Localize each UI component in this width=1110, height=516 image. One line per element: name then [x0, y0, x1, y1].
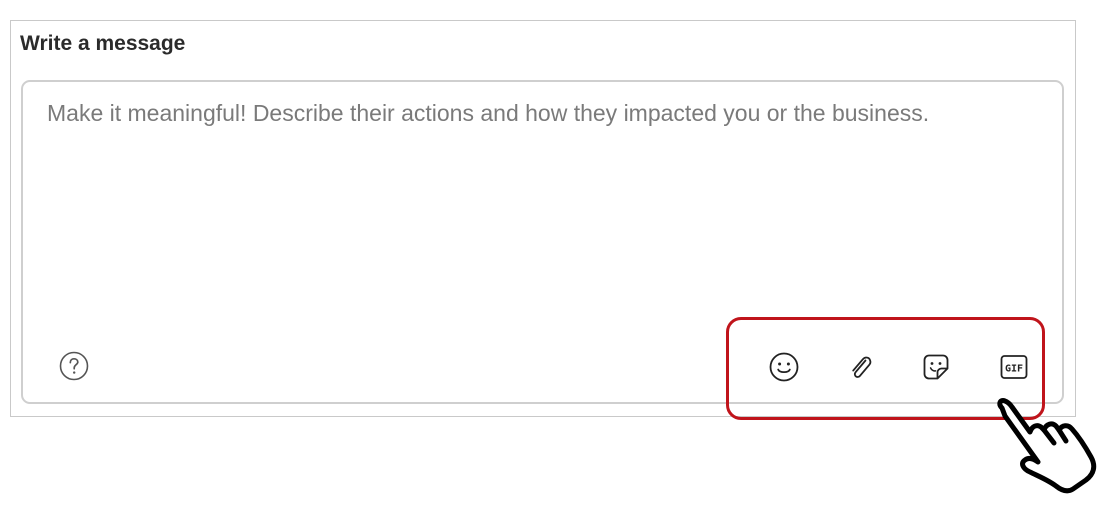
emoji-icon[interactable] [767, 350, 801, 384]
gif-label: GIF [1005, 364, 1023, 375]
message-panel: Write a message Make it meaningful! Desc… [10, 20, 1076, 417]
sticker-icon[interactable] [919, 350, 953, 384]
help-icon[interactable] [57, 349, 91, 383]
panel-title: Write a message [20, 32, 186, 55]
attach-icon[interactable] [844, 350, 878, 384]
message-input[interactable] [23, 82, 1062, 332]
gif-icon[interactable]: GIF [997, 350, 1031, 384]
message-editor[interactable]: GIF [21, 80, 1064, 404]
